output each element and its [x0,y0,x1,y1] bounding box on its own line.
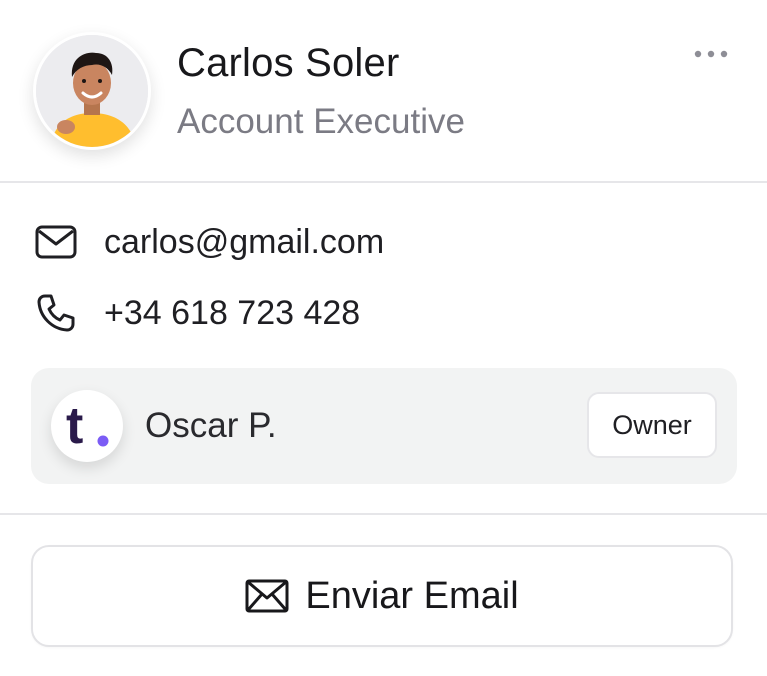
owner-panel: t Oscar P. Owner [31,368,737,484]
more-options-button[interactable] [688,38,734,70]
avatar[interactable] [33,32,151,150]
person-photo-avatar [36,35,148,147]
mail-icon [34,220,78,264]
email-row[interactable]: carlos@gmail.com [34,220,384,264]
profile-name: Carlos Soler [177,41,400,85]
envelope-icon [245,578,289,614]
owner-divider [0,513,767,515]
header-divider [0,181,767,183]
send-email-label: Enviar Email [305,574,519,617]
owner-badge: Owner [587,392,717,458]
owner-name: Oscar P. [145,406,277,445]
email-value[interactable]: carlos@gmail.com [104,223,384,262]
owner-logo: t [51,390,123,462]
more-horizontal-icon [694,50,728,58]
t-logo-icon: t [66,397,109,455]
contact-card: Carlos Soler Account Executive carlos@gm… [0,0,767,676]
profile-header: Carlos Soler Account Executive [0,0,767,182]
phone-row[interactable]: +34 618 723 428 [34,291,360,335]
svg-text:t: t [66,397,83,455]
send-email-button[interactable]: Enviar Email [31,545,733,647]
phone-icon [34,291,78,335]
phone-value[interactable]: +34 618 723 428 [104,294,360,333]
profile-role: Account Executive [177,102,465,141]
